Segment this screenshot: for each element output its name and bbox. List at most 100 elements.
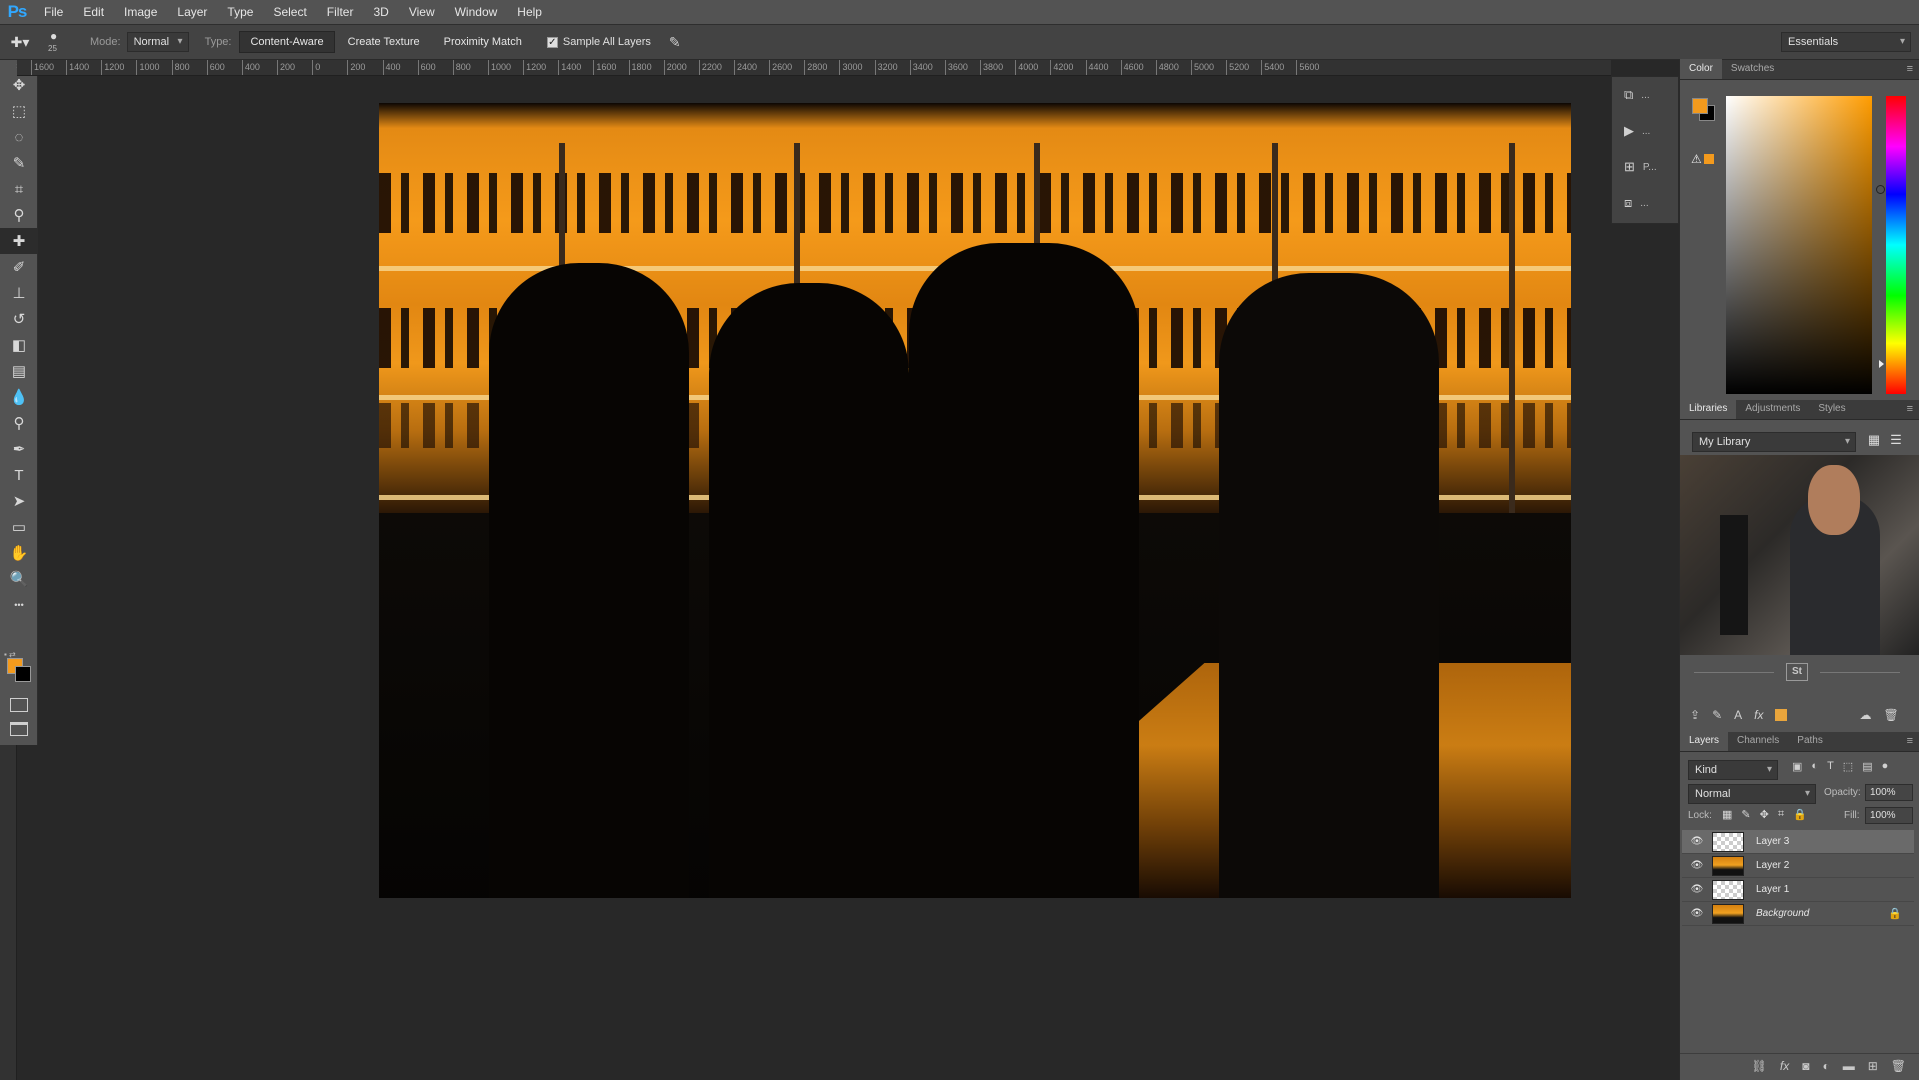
visibility-eye-icon[interactable]: 👁	[1682, 884, 1712, 895]
color-picker-field[interactable]	[1726, 96, 1885, 394]
visibility-eye-icon[interactable]: 👁	[1682, 908, 1712, 919]
hue-slider-handle[interactable]	[1879, 360, 1884, 368]
type-option-proximity-match[interactable]: Proximity Match	[433, 31, 533, 53]
menu-select[interactable]: Select	[263, 0, 316, 24]
shape-tool[interactable]: ▭	[0, 514, 38, 540]
document-image[interactable]	[379, 103, 1571, 898]
blur-tool[interactable]: 💧	[0, 384, 38, 410]
menu-edit[interactable]: Edit	[73, 0, 114, 24]
vertical-ruler[interactable]	[0, 745, 17, 1080]
adobe-stock-icon[interactable]: St	[1786, 663, 1808, 681]
tab-channels[interactable]: Channels	[1728, 731, 1788, 751]
panel-menu-icon[interactable]: ≡	[1907, 735, 1913, 747]
layer-row[interactable]: 👁 Layer 3	[1682, 830, 1914, 854]
eraser-tool[interactable]: ◧	[0, 332, 38, 358]
upload-icon[interactable]: ⇪	[1690, 708, 1700, 722]
type-tool[interactable]: T	[0, 462, 38, 488]
marquee-tool[interactable]: ⬚	[0, 98, 38, 124]
quick-mask-icon[interactable]	[10, 698, 28, 712]
layer-name[interactable]: Background	[1756, 908, 1809, 919]
tab-adjustments[interactable]: Adjustments	[1736, 399, 1809, 419]
tab-color[interactable]: Color	[1680, 59, 1722, 79]
link-layers-icon[interactable]: ⛓	[1752, 1059, 1767, 1073]
actions-play-button[interactable]: ▶...	[1612, 113, 1678, 149]
layer-row[interactable]: 👁 Layer 2	[1682, 854, 1914, 878]
pixel-filter-icon[interactable]: ▣	[1792, 760, 1802, 773]
menu-3d[interactable]: 3D	[363, 0, 398, 24]
opacity-input[interactable]: 100%	[1865, 784, 1913, 801]
type-option-content-aware[interactable]: Content-Aware	[239, 31, 335, 53]
layer-name[interactable]: Layer 1	[1756, 884, 1789, 895]
gradient-tool[interactable]: ▤	[0, 358, 38, 384]
lock-transparency-icon[interactable]: ▦	[1722, 808, 1732, 821]
new-group-icon[interactable]: ▬	[1843, 1059, 1855, 1073]
shape-filter-icon[interactable]: ⬚	[1843, 760, 1853, 773]
trash-icon[interactable]: 🗑	[1883, 708, 1898, 722]
crop-tool[interactable]: ⌗	[0, 176, 38, 202]
lock-position-icon[interactable]: ✥	[1760, 808, 1769, 821]
layer-name[interactable]: Layer 2	[1756, 860, 1789, 871]
healing-brush-tool[interactable]: ✚	[0, 228, 38, 254]
tab-swatches[interactable]: Swatches	[1722, 59, 1783, 79]
layer-row[interactable]: 👁 Layer 1	[1682, 878, 1914, 902]
brush-add-icon[interactable]: ✎	[1712, 708, 1722, 722]
color-panel-foreground-swatch[interactable]	[1692, 98, 1708, 114]
cloud-sync-icon[interactable]: ☁	[1859, 708, 1871, 722]
hue-slider[interactable]	[1886, 96, 1906, 394]
tab-styles[interactable]: Styles	[1809, 399, 1854, 419]
quick-select-tool[interactable]: ✎	[0, 150, 38, 176]
menu-view[interactable]: View	[399, 0, 445, 24]
library-select[interactable]: My Library	[1692, 432, 1856, 452]
horizontal-ruler[interactable]: 1600 1400 1200 1000 800 600 400 200 0 200 400 600 80…	[17, 60, 1611, 76]
dodge-tool[interactable]: ⚲	[0, 410, 38, 436]
add-mask-icon[interactable]: ◙	[1802, 1059, 1809, 1073]
menu-window[interactable]: Window	[445, 0, 508, 24]
layer-row[interactable]: 👁 Background 🔒	[1682, 902, 1914, 926]
brush-picker[interactable]: ● 25	[40, 27, 80, 57]
history-brush-tool[interactable]: ↺	[0, 306, 38, 332]
menu-type[interactable]: Type	[217, 0, 263, 24]
path-select-tool[interactable]: ➤	[0, 488, 38, 514]
mode-select[interactable]: Normal	[126, 32, 189, 52]
workspace-select[interactable]: Essentials	[1781, 32, 1911, 52]
adjustment-filter-icon[interactable]: ◐	[1811, 760, 1818, 773]
menu-layer[interactable]: Layer	[167, 0, 217, 24]
new-adjustment-layer-icon[interactable]: ◐	[1822, 1059, 1829, 1073]
character-style-icon[interactable]: A	[1734, 708, 1742, 722]
layer-name[interactable]: Layer 3	[1756, 836, 1789, 847]
type-filter-icon[interactable]: T	[1827, 760, 1834, 773]
sample-all-layers-checkbox[interactable]: ✓	[546, 36, 558, 48]
menu-file[interactable]: File	[34, 0, 73, 24]
panel-menu-icon[interactable]: ≡	[1907, 63, 1913, 75]
menu-help[interactable]: Help	[507, 0, 552, 24]
hand-tool[interactable]: ✋	[0, 540, 38, 566]
list-view-icon[interactable]: ☰	[1888, 432, 1904, 448]
filter-toggle-icon[interactable]: ●	[1882, 760, 1889, 773]
grid-view-icon[interactable]: ▦	[1866, 432, 1882, 448]
type-option-create-texture[interactable]: Create Texture	[337, 31, 431, 53]
visibility-eye-icon[interactable]: 👁	[1682, 860, 1712, 871]
layer-kind-filter[interactable]: Kind	[1688, 760, 1778, 780]
menu-image[interactable]: Image	[114, 0, 167, 24]
history-button[interactable]: ⧉...	[1612, 77, 1678, 113]
panel-menu-icon[interactable]: ≡	[1907, 403, 1913, 415]
brush-tool[interactable]: ✐	[0, 254, 38, 280]
layer-style-icon[interactable]: fx	[1754, 708, 1763, 722]
out-of-gamut-warning-icon[interactable]: ⚠	[1691, 152, 1702, 166]
tool-preset-picker[interactable]: ✚▾	[0, 34, 40, 51]
pen-tool[interactable]: ✒	[0, 436, 38, 462]
eyedropper-tool[interactable]: ⚲	[0, 202, 38, 228]
clone-source-button[interactable]: ⧈...	[1612, 185, 1678, 221]
color-picker-cursor[interactable]	[1876, 185, 1885, 194]
tab-paths[interactable]: Paths	[1788, 731, 1832, 751]
lock-all-icon[interactable]: 🔒	[1793, 808, 1807, 821]
clone-stamp-tool[interactable]: ⊥	[0, 280, 38, 306]
more-tools[interactable]: •••	[0, 592, 38, 618]
gamut-color-swatch[interactable]	[1704, 154, 1714, 164]
add-layer-style-icon[interactable]: fx	[1780, 1059, 1789, 1073]
tab-layers[interactable]: Layers	[1680, 731, 1729, 751]
visibility-eye-icon[interactable]: 👁	[1682, 836, 1712, 847]
new-layer-icon[interactable]: ⊞	[1868, 1059, 1878, 1073]
blend-mode-select[interactable]: Normal	[1688, 784, 1816, 804]
fill-input[interactable]: 100%	[1865, 807, 1913, 824]
